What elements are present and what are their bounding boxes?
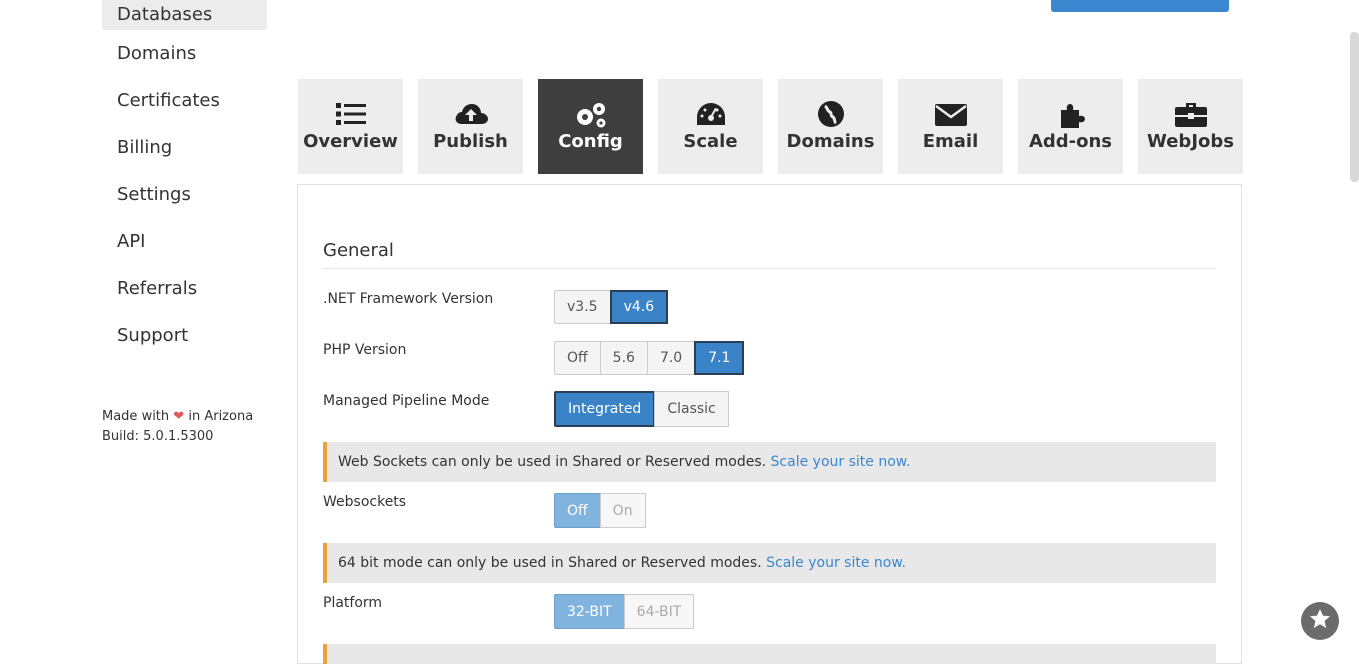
made-suffix: in Arizona: [188, 409, 254, 424]
tab-label: Publish: [433, 131, 508, 152]
sidebar-item-referrals[interactable]: Referrals: [102, 274, 267, 312]
tab-label: WebJobs: [1147, 131, 1234, 152]
scale-site-link[interactable]: Scale your site now.: [771, 454, 911, 470]
notice-text: Web Sockets can only be used in Shared o…: [338, 454, 767, 470]
pipeline-classic-button[interactable]: Classic: [654, 391, 729, 427]
tab-scale[interactable]: Scale: [658, 79, 763, 174]
sidebar-item-support[interactable]: Support: [102, 321, 267, 359]
star-icon: [1308, 607, 1332, 635]
section-title: General: [323, 240, 394, 261]
briefcase-icon: [1174, 101, 1207, 127]
cloud-upload-icon: [454, 101, 488, 127]
tab-webjobs[interactable]: WebJobs: [1138, 79, 1243, 174]
next-notice: [323, 644, 1216, 664]
sidebar-item-domains[interactable]: Domains: [102, 39, 267, 77]
platform-32bit-button[interactable]: 32-BIT: [554, 594, 625, 629]
heart-icon: ❤: [173, 409, 185, 424]
globe-icon: [817, 101, 845, 127]
php-version-label: PHP Version: [323, 342, 407, 358]
php-56-button[interactable]: 5.6: [599, 341, 648, 375]
sidebar-item-certificates[interactable]: Certificates: [102, 86, 267, 124]
tab-label: Scale: [683, 131, 738, 152]
tab-bar: Overview Publish Config Scale Domains Em…: [298, 79, 1243, 174]
scrollbar-thumb[interactable]: [1350, 32, 1359, 182]
tab-overview[interactable]: Overview: [298, 79, 403, 174]
net-version-toggle: v3.5 v4.6: [554, 290, 669, 324]
tab-label: Config: [558, 131, 623, 152]
websockets-on-button[interactable]: On: [599, 493, 646, 528]
build-version: Build: 5.0.1.5300: [102, 429, 214, 444]
tab-email[interactable]: Email: [898, 79, 1003, 174]
sidebar-item-api[interactable]: API: [102, 227, 267, 265]
top-action-button[interactable]: [1051, 0, 1229, 12]
dashboard-icon: [695, 101, 727, 127]
puzzle-icon: [1057, 101, 1085, 128]
php-71-button[interactable]: 7.1: [694, 341, 745, 375]
net-v46-button[interactable]: v4.6: [609, 290, 669, 324]
footer-credit: Made with ❤ in Arizona Build: 5.0.1.5300: [102, 407, 253, 447]
pipeline-mode-toggle: Integrated Classic: [554, 391, 729, 427]
list-icon: [335, 101, 366, 127]
tab-config[interactable]: Config: [538, 79, 643, 174]
feedback-button[interactable]: [1301, 602, 1339, 640]
tab-label: Overview: [303, 131, 398, 152]
sidebar-item-billing[interactable]: Billing: [102, 133, 267, 171]
section-divider: [323, 268, 1216, 269]
config-panel: General .NET Framework Version v3.5 v4.6…: [297, 184, 1242, 664]
tab-domains[interactable]: Domains: [778, 79, 883, 174]
scale-site-link[interactable]: Scale your site now.: [766, 555, 906, 571]
sidebar-item-databases[interactable]: Databases: [102, 0, 267, 30]
pipeline-integrated-button[interactable]: Integrated: [554, 391, 656, 427]
sidebar-item-settings[interactable]: Settings: [102, 180, 267, 218]
tab-addons[interactable]: Add-ons: [1018, 79, 1123, 174]
tab-label: Email: [922, 131, 979, 152]
platform-64bit-button[interactable]: 64-BIT: [623, 594, 695, 629]
sidebar: Databases Domains Certificates Billing S…: [102, 0, 267, 368]
websockets-off-button[interactable]: Off: [554, 493, 601, 528]
net-version-label: .NET Framework Version: [323, 291, 494, 307]
notice-text: 64 bit mode can only be used in Shared o…: [338, 555, 762, 571]
gears-icon: [574, 101, 608, 128]
tab-publish[interactable]: Publish: [418, 79, 523, 174]
websockets-label: Websockets: [323, 494, 407, 510]
websockets-notice: Web Sockets can only be used in Shared o…: [323, 442, 1216, 482]
pipeline-mode-label: Managed Pipeline Mode: [323, 393, 490, 409]
tab-label: Add-ons: [1028, 131, 1113, 152]
tab-label: Domains: [786, 131, 875, 152]
net-v35-button[interactable]: v3.5: [554, 290, 611, 324]
made-prefix: Made with: [102, 409, 170, 424]
envelope-icon: [934, 101, 967, 127]
platform-notice: 64 bit mode can only be used in Shared o…: [323, 543, 1216, 583]
platform-label: Platform: [323, 595, 383, 611]
php-off-button[interactable]: Off: [554, 341, 601, 375]
php-version-toggle: Off 5.6 7.0 7.1: [554, 341, 745, 375]
websockets-toggle: Off On: [554, 493, 646, 528]
php-70-button[interactable]: 7.0: [646, 341, 696, 375]
platform-toggle: 32-BIT 64-BIT: [554, 594, 695, 629]
